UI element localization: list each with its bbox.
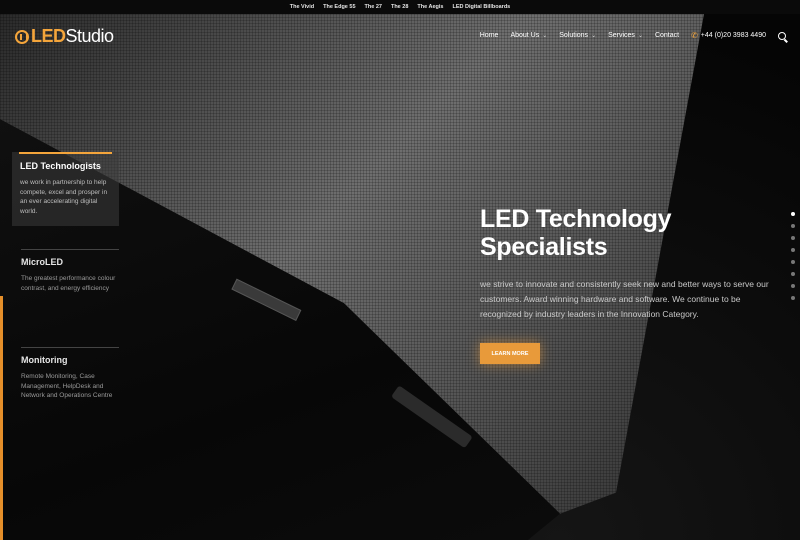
- nav-phone-label: +44 (0)20 3983 4490: [700, 32, 766, 39]
- topbar-link-edge-55[interactable]: The Edge 55: [323, 4, 355, 10]
- search-icon[interactable]: [778, 31, 786, 40]
- nav-home-label: Home: [479, 32, 499, 39]
- logo-led-text: LED: [31, 26, 66, 46]
- sidebar-item-monitoring[interactable]: Monitoring Remote Monitoring, Case Manag…: [12, 347, 119, 401]
- slider-dot[interactable]: [791, 296, 795, 300]
- sidebar-item-desc: The greatest performance colour contrast…: [21, 275, 116, 292]
- slider-dot[interactable]: [791, 260, 795, 264]
- slider-dot[interactable]: [791, 212, 795, 216]
- sidebar-item-title: Monitoring: [21, 355, 68, 365]
- sidebar-item-led-technologists[interactable]: LED Technologists we work in partnership…: [12, 152, 119, 226]
- hero-title-line2: Specialists: [480, 233, 608, 261]
- hero-title-line1: LED Technology: [480, 205, 672, 233]
- logo[interactable]: LED Studio: [15, 26, 114, 47]
- main-nav: Home About Us ⌄ Solutions ⌄ Services ⌄ Cont…: [480, 31, 786, 40]
- top-bar: The Vivid The Edge 55 The 27 The 28 The …: [0, 0, 800, 14]
- sidebar-divider: [21, 347, 119, 348]
- nav-solutions-label: Solutions: [559, 32, 589, 39]
- nav-phone[interactable]: ✆ +44 (0)20 3983 4490: [691, 31, 766, 40]
- sidebar-item-desc: Remote Monitoring, Case Management, Help…: [21, 373, 113, 399]
- nav-about-label: About Us: [510, 32, 540, 39]
- slider-dot[interactable]: [791, 284, 795, 288]
- topbar-link-aegis[interactable]: The Aegis: [417, 4, 443, 10]
- chevron-down-icon: ⌄: [542, 33, 548, 39]
- left-accent-bar: [0, 296, 3, 540]
- slider-dots: [791, 212, 795, 300]
- site-header: LED Studio Home About Us ⌄ Solutions ⌄ Ser…: [0, 14, 800, 58]
- chevron-down-icon: ⌄: [591, 33, 597, 39]
- nav-contact[interactable]: Contact: [655, 32, 679, 39]
- topbar-link-28[interactable]: The 28: [391, 4, 408, 10]
- nav-home[interactable]: Home: [480, 32, 499, 39]
- logo-studio-text: Studio: [65, 26, 115, 46]
- hero-title: LED Technology Specialists: [480, 205, 671, 261]
- learn-more-button[interactable]: LEARN MORE: [480, 343, 540, 364]
- nav-solutions[interactable]: Solutions ⌄: [559, 32, 596, 39]
- slider-dot[interactable]: [791, 248, 795, 252]
- chevron-down-icon: ⌄: [637, 33, 643, 39]
- nav-about[interactable]: About Us ⌄: [510, 32, 547, 39]
- nav-services-label: Services: [608, 32, 635, 39]
- topbar-link-27[interactable]: The 27: [365, 4, 382, 10]
- nav-services[interactable]: Services ⌄: [608, 32, 643, 39]
- sidebar-item-title: MicroLED: [21, 257, 64, 267]
- sidebar-divider: [21, 249, 119, 250]
- topbar-link-vivid[interactable]: The Vivid: [290, 4, 314, 10]
- slider-dot[interactable]: [791, 236, 795, 240]
- sidebar-item-desc: we work in partnership to help compete, …: [20, 179, 108, 215]
- slider-dot[interactable]: [791, 224, 795, 228]
- slider-dot[interactable]: [791, 272, 795, 276]
- phone-icon: ✆: [691, 31, 698, 40]
- sidebar-active-bar: [19, 152, 112, 154]
- light-bulb-icon: [15, 29, 29, 44]
- sidebar-item-microled[interactable]: MicroLED The greatest performance colour…: [12, 249, 119, 293]
- nav-contact-label: Contact: [654, 32, 680, 39]
- topbar-link-billboards[interactable]: LED Digital Billboards: [452, 4, 510, 10]
- hero-description: we strive to innovate and consistently s…: [480, 279, 769, 319]
- sidebar-item-title: LED Technologists: [20, 161, 101, 171]
